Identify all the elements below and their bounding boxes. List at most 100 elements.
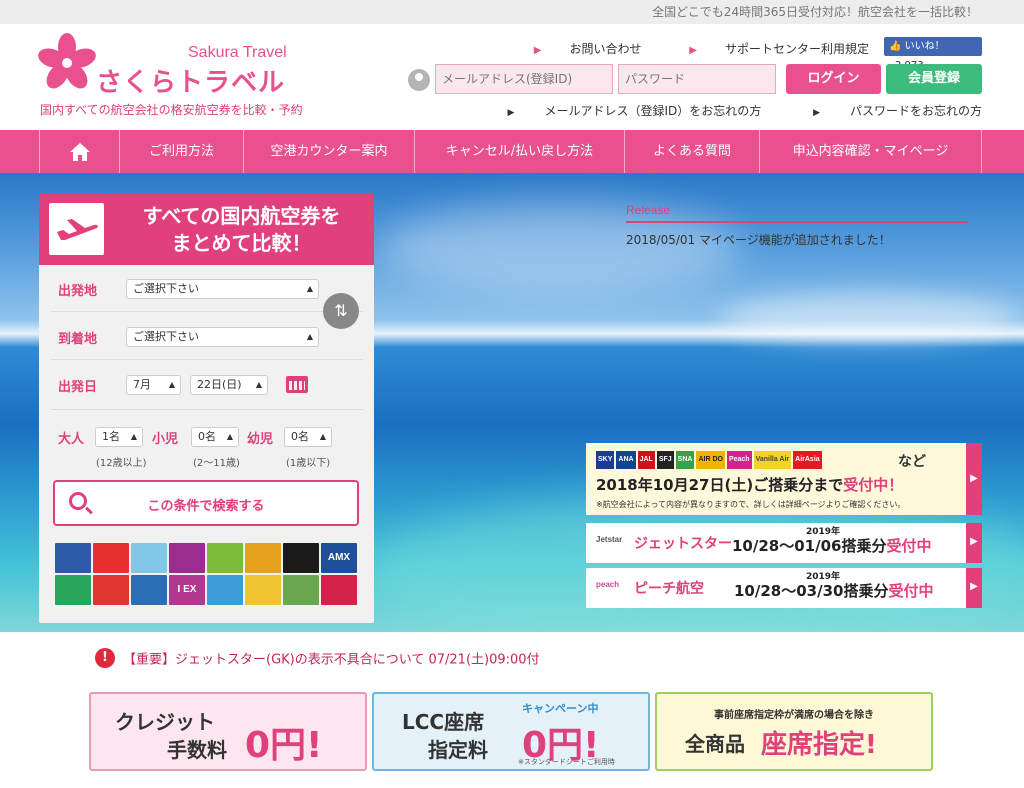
jetstar-logo: Jetstar	[596, 535, 623, 544]
adult-age-note: (12歳以上)	[96, 458, 147, 469]
divider	[51, 311, 363, 312]
divider	[51, 359, 363, 360]
login-button[interactable]: ログイン	[786, 64, 881, 94]
arrival-label: 到着地	[58, 332, 98, 347]
airline-logo-jal: JAL	[637, 451, 655, 469]
airline-logo-airdo: AIR DO	[696, 451, 725, 469]
airline-logo[interactable]	[245, 575, 281, 605]
forgot-email-link[interactable]: ▶ メールアドレス（登録ID）をお忘れの方	[484, 104, 762, 118]
airline-logo[interactable]: AMX	[321, 543, 357, 573]
top-strip: 全国どこでも24時間365日受付対応！航空会社を一括比較！	[0, 0, 1024, 24]
airline-logo[interactable]	[93, 575, 129, 605]
tagline: 国内すべての航空会社の格安航空券を比較・予約	[40, 103, 303, 117]
airline-logo[interactable]	[55, 575, 91, 605]
alert-icon: !	[95, 648, 115, 668]
arrival-select[interactable]: ご選択下さい ▲	[126, 327, 319, 347]
day-select[interactable]: 22日(日) ▲	[190, 375, 268, 395]
triangle-right-icon: ▶	[813, 108, 820, 118]
adult-label: 大人	[58, 432, 85, 447]
date-label: 出発日	[58, 380, 98, 395]
select-arrows-icon: ▲	[226, 432, 233, 441]
airline-logo-sky: SKY	[596, 451, 615, 469]
top-strip-text: 全国どこでも24時間365日受付対応！航空会社を一括比較！	[652, 5, 978, 19]
infant-count-select[interactable]: 0名 ▲	[284, 427, 332, 447]
departure-label: 出発地	[58, 284, 98, 299]
airline-logo[interactable]	[207, 575, 243, 605]
banner-airline-name: ジェットスター	[634, 536, 732, 552]
brand-name-en: Sakura Travel	[188, 44, 287, 61]
airline-logo[interactable]	[93, 543, 129, 573]
airline-logo[interactable]	[131, 543, 167, 573]
banner-deadline: 2018年10月27日(土)ご搭乗分まで受付中！	[596, 476, 904, 494]
airline-logo[interactable]: I EX	[169, 575, 205, 605]
select-arrows-icon: ▲	[255, 380, 262, 389]
airline-logo-ana: ANA	[616, 451, 636, 469]
airline-logo-airasia: AirAsia	[793, 451, 822, 469]
nav-faq[interactable]: よくある質問	[625, 130, 760, 173]
infant-age-note: (1歳以下)	[286, 458, 331, 469]
airline-logo-sfj: SFJ	[656, 451, 674, 469]
password-input[interactable]	[618, 64, 776, 94]
jetstar-banner[interactable]: Jetstar ジェットスター 2019年 10/28〜01/06搭乗分受付中 …	[586, 523, 982, 563]
airline-logo-sna: SNA	[675, 451, 695, 469]
select-arrows-icon: ▲	[130, 432, 137, 441]
airline-logo[interactable]	[169, 543, 205, 573]
email-input[interactable]	[435, 64, 613, 94]
nav-airport-counter[interactable]: 空港カウンター案内	[244, 130, 415, 173]
banner-period: 10/28〜03/30搭乗分受付中	[734, 582, 934, 600]
triangle-right-icon: ▶	[533, 45, 542, 56]
airline-logo[interactable]	[321, 575, 357, 605]
nav-home[interactable]	[40, 130, 120, 173]
forgot-password-link[interactable]: ▶ パスワードをお忘れの方	[789, 104, 982, 118]
nav-mypage[interactable]: 申込内容確認・マイページ	[760, 130, 982, 173]
adult-count-select[interactable]: 1名 ▲	[95, 427, 143, 447]
promo-seat-selection[interactable]: 事前座席指定枠が満席の場合を除き 全商品 座席指定!	[655, 692, 933, 771]
airline-logo[interactable]	[283, 543, 319, 573]
banner-fine-print: ※航空会社によって内容が異なりますので、詳しくは詳細ページよりご確認ください。	[596, 500, 906, 509]
peach-logo: peach	[596, 580, 620, 589]
airline-logo[interactable]	[55, 543, 91, 573]
departure-select[interactable]: ご選択下さい ▲	[126, 279, 319, 299]
release-item[interactable]: 2018/05/01 マイページ機能が追加されました！	[626, 231, 968, 248]
arrow-right-icon: ▶	[966, 523, 982, 563]
thumbs-up-icon: 👍	[889, 41, 902, 52]
contact-link[interactable]: ▶ お問い合わせ	[512, 42, 642, 56]
register-button[interactable]: 会員登録	[886, 64, 982, 94]
sakura-travel-logo[interactable]: Sakura Travel さくらトラベル	[38, 32, 298, 102]
support-terms-link[interactable]: ▶ サポートセンター利用規定	[667, 42, 869, 56]
triangle-right-icon: ▶	[689, 45, 697, 56]
triangle-right-icon: ▶	[507, 108, 515, 118]
airline-logo-grid: AMX I EX	[55, 543, 357, 607]
promo-credit-fee[interactable]: クレジット 手数料 0円!	[89, 692, 367, 771]
header: Sakura Travel さくらトラベル 国内すべての航空会社の格安航空券を比…	[0, 24, 1024, 130]
flight-search-panel: すべての国内航空券を まとめて比較！ 出発地 ご選択下さい ▲ 到着地 ご選択下さ…	[39, 193, 374, 623]
brand-name-jp: さくらトラベル	[96, 68, 286, 98]
airplane-icon	[49, 203, 104, 255]
infant-label: 幼児	[247, 432, 274, 447]
swap-route-button[interactable]: ⇅	[323, 293, 359, 329]
forgot-links: ▶ メールアドレス（登録ID）をお忘れの方 ▶ パスワードをお忘れの方	[460, 102, 982, 119]
all-airlines-banner[interactable]: SKY ANA JAL SFJ SNA AIR DO Peach Vanilla…	[586, 443, 982, 515]
nav-cancel-refund[interactable]: キャンセル/払い戻し方法	[415, 130, 625, 173]
hero-ocean-image: すべての国内航空券を まとめて比較！ 出発地 ご選択下さい ▲ 到着地 ご選択下さ…	[0, 173, 1024, 632]
airline-logo-strip: SKY ANA JAL SFJ SNA AIR DO Peach Vanilla…	[596, 451, 822, 469]
calendar-icon[interactable]	[286, 376, 308, 393]
airline-logo[interactable]	[207, 543, 243, 573]
facebook-like-button[interactable]: 👍 いいね！ 2,973	[884, 37, 982, 71]
child-label: 小児	[152, 432, 179, 447]
airline-logo[interactable]	[131, 575, 167, 605]
banner-airline-name: ピーチ航空	[634, 581, 704, 597]
peach-banner[interactable]: peach ピーチ航空 2019年 10/28〜03/30搭乗分受付中 ▶	[586, 568, 982, 608]
nav-how-to-use[interactable]: ご利用方法	[120, 130, 244, 173]
important-notice[interactable]: ! 【重要】ジェットスター(GK)の表示不具合について 07/21(土)09:00…	[95, 648, 540, 668]
airline-logo-peach: Peach	[726, 451, 752, 469]
arrow-right-icon: ▶	[966, 443, 982, 515]
search-button[interactable]: この条件で検索する	[53, 480, 359, 526]
home-icon	[69, 142, 90, 161]
select-arrows-icon: ▲	[319, 432, 326, 441]
promo-lcc-seat-fee[interactable]: キャンペーン中 LCC座席 指定料 0円! ※スタンダードシートご利用時	[372, 692, 650, 771]
airline-logo[interactable]	[245, 543, 281, 573]
child-count-select[interactable]: 0名 ▲	[191, 427, 239, 447]
month-select[interactable]: 7月 ▲	[126, 375, 181, 395]
airline-logo[interactable]	[283, 575, 319, 605]
